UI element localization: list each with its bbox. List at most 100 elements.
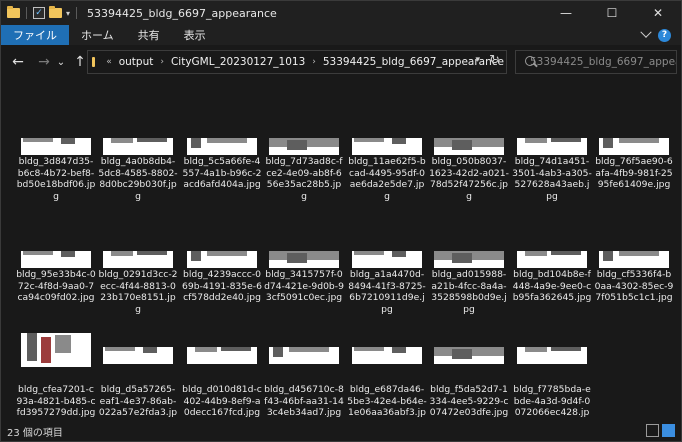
thumbnail-shape bbox=[287, 140, 307, 150]
file-thumbnail[interactable] bbox=[269, 251, 339, 268]
thumbnail-shape bbox=[273, 347, 283, 357]
refresh-icon[interactable]: ↻ bbox=[489, 53, 500, 68]
file-thumbnail[interactable] bbox=[434, 347, 504, 364]
file-thumbnail[interactable] bbox=[517, 251, 587, 268]
file-thumbnail[interactable] bbox=[352, 138, 422, 155]
tab-home[interactable]: ホーム bbox=[69, 25, 126, 45]
close-button[interactable]: ✕ bbox=[635, 1, 681, 25]
file-name[interactable]: bldg_0291d3cc-2ecc-4f44-8813-023b170e815… bbox=[98, 269, 178, 315]
thumbnail-shape bbox=[619, 251, 659, 256]
thumbnail-shape bbox=[191, 251, 201, 261]
file-name[interactable]: bldg_95e33b4c-072c-4f8d-9aa0-7ca94c09fd0… bbox=[16, 269, 96, 304]
thumbnail-shape bbox=[452, 140, 472, 150]
tab-view[interactable]: 表示 bbox=[172, 25, 218, 45]
file-name[interactable]: bldg_050b8037-1623-42d2-a021-78d52f47256… bbox=[429, 156, 509, 202]
file-thumbnail[interactable] bbox=[21, 138, 91, 155]
file-thumbnail[interactable] bbox=[517, 347, 587, 364]
file-name[interactable]: bldg_74d1a451-3501-4ab3-a305-527628a43ae… bbox=[512, 156, 592, 202]
file-thumbnail[interactable] bbox=[352, 251, 422, 268]
properties-check-icon[interactable]: ✓ bbox=[33, 7, 45, 19]
thumbnail-shape bbox=[195, 347, 217, 352]
file-name[interactable]: bldg_76f5ae90-6afa-4fb9-981f-2595fe61409… bbox=[594, 156, 674, 191]
back-button[interactable]: ← bbox=[7, 51, 29, 73]
window-controls: — ☐ ✕ bbox=[543, 1, 681, 25]
file-thumbnail[interactable] bbox=[103, 347, 173, 364]
item-count: 23 個の項目 bbox=[7, 427, 63, 439]
maximize-button[interactable]: ☐ bbox=[589, 1, 635, 25]
file-thumbnail[interactable] bbox=[21, 251, 91, 268]
file-thumbnail[interactable] bbox=[352, 347, 422, 364]
breadcrumb-citygml[interactable]: CityGML_20230127_1013 bbox=[169, 56, 307, 68]
file-thumbnail[interactable] bbox=[187, 138, 257, 155]
file-grid: bldg_3d847d35-b6c8-4b72-bef8-bd50e18bdf0… bbox=[1, 79, 681, 430]
file-thumbnail[interactable] bbox=[434, 138, 504, 155]
minimize-button[interactable]: — bbox=[543, 1, 589, 25]
breadcrumb-separator-icon[interactable]: › bbox=[155, 57, 169, 67]
breadcrumb-overflow[interactable]: « bbox=[101, 57, 117, 67]
tab-file[interactable]: ファイル bbox=[1, 25, 69, 45]
folder-icon bbox=[7, 6, 20, 18]
file-thumbnail[interactable] bbox=[434, 251, 504, 268]
address-bar[interactable]: « output › CityGML_20230127_1013 › 53394… bbox=[87, 50, 507, 74]
search-box[interactable]: 53394425_bldg_6697_appear... bbox=[515, 50, 677, 74]
file-name[interactable]: bldg_d456710c-8f43-46bf-aa31-143c4eb34ad… bbox=[264, 384, 344, 419]
breadcrumb-separator-icon[interactable]: › bbox=[307, 57, 321, 67]
thumbnail-shape bbox=[27, 333, 37, 361]
file-name[interactable]: bldg_4239accc-069b-4191-835e-6cf578dd2e4… bbox=[182, 269, 262, 304]
thumbnail-shape bbox=[392, 347, 406, 353]
thumbnail-shape bbox=[221, 347, 251, 351]
thumbnail-shape bbox=[619, 138, 659, 143]
forward-button[interactable]: → bbox=[33, 51, 55, 73]
thumbnail-shape bbox=[207, 138, 247, 143]
file-name[interactable]: bldg_3d847d35-b6c8-4b72-bef8-bd50e18bdf0… bbox=[16, 156, 96, 202]
explorer-window: ✓ ▾ 53394425_bldg_6697_appearance — ☐ ✕ … bbox=[0, 0, 682, 442]
thumbnail-shape bbox=[55, 335, 71, 353]
breadcrumb-output[interactable]: output bbox=[117, 56, 156, 68]
file-name[interactable]: bldg_11ae62f5-bcad-4495-95df-0ae6da2e5de… bbox=[347, 156, 427, 202]
help-icon[interactable]: ? bbox=[658, 28, 671, 42]
file-thumbnail[interactable] bbox=[187, 347, 257, 364]
large-icons-view-icon[interactable] bbox=[662, 424, 675, 437]
ribbon-tabs: ファイル ホーム 共有 表示 ? bbox=[1, 25, 681, 45]
file-thumbnail[interactable] bbox=[187, 251, 257, 268]
file-name[interactable]: bldg_bd104b8e-f448-4a9e-9ee0-cb95fa36264… bbox=[512, 269, 592, 304]
file-name[interactable]: bldg_5c5a66fe-4557-4a1b-b96c-2acd6afd404… bbox=[182, 156, 262, 191]
file-name[interactable]: bldg_d010d81d-c402-44b9-8ef9-a0decc167fc… bbox=[182, 384, 262, 419]
expand-ribbon-chevron-icon[interactable] bbox=[640, 26, 652, 38]
thumbnail-shape bbox=[137, 138, 167, 142]
thumbnail-shape bbox=[191, 138, 201, 148]
details-view-icon[interactable] bbox=[646, 424, 659, 437]
file-thumbnail[interactable] bbox=[21, 333, 91, 367]
new-folder-icon[interactable] bbox=[49, 6, 62, 18]
search-input[interactable]: 53394425_bldg_6697_appear... bbox=[530, 56, 676, 68]
file-name[interactable]: bldg_4a0b8db4-5dc8-4585-8802-8d0bc29b030… bbox=[98, 156, 178, 202]
thumbnail-shape bbox=[61, 251, 75, 257]
file-name[interactable]: bldg_7d73ad8c-fce2-4e09-ab8f-656e35ac28b… bbox=[264, 156, 344, 202]
tab-share[interactable]: 共有 bbox=[126, 25, 172, 45]
file-thumbnail[interactable] bbox=[103, 251, 173, 268]
file-thumbnail[interactable] bbox=[103, 138, 173, 155]
recent-locations-chevron-icon[interactable]: ⌄ bbox=[55, 51, 67, 73]
file-name[interactable]: bldg_cfea7201-c93a-4821-b485-cfd3957279d… bbox=[16, 384, 96, 419]
file-thumbnail[interactable] bbox=[599, 251, 669, 268]
thumbnail-shape bbox=[23, 251, 53, 255]
window-title: 53394425_bldg_6697_appearance bbox=[87, 6, 277, 20]
customize-toolbar-chevron-icon[interactable]: ▾ bbox=[66, 9, 70, 18]
file-thumbnail[interactable] bbox=[599, 138, 669, 155]
file-name[interactable]: bldg_ad015988-a21b-4fcc-8a4a-3528598b0d9… bbox=[429, 269, 509, 315]
file-thumbnail[interactable] bbox=[269, 138, 339, 155]
file-thumbnail[interactable] bbox=[269, 347, 339, 364]
file-name[interactable]: bldg_f5da52d7-1334-4ee5-9229-c07472e03df… bbox=[429, 384, 509, 419]
thumbnail-shape bbox=[525, 347, 547, 352]
address-dropdown-chevron-icon[interactable]: ▾ bbox=[475, 55, 480, 65]
file-name[interactable]: bldg_a1a4470d-8494-41f3-8725-6b7210911d9… bbox=[347, 269, 427, 315]
thumbnail-shape bbox=[289, 347, 329, 352]
thumbnail-shape bbox=[111, 251, 133, 256]
thumbnail-shape bbox=[525, 138, 547, 143]
thumbnail-shape bbox=[551, 251, 581, 255]
file-name[interactable]: bldg_cf5336f4-b0aa-4302-85ec-97f051b5c1c… bbox=[594, 269, 674, 304]
thumbnail-shape bbox=[603, 138, 613, 148]
thumbnail-shape bbox=[452, 349, 472, 359]
file-name[interactable]: bldg_3415757f-0d74-421e-9d0b-93cf5091c0e… bbox=[264, 269, 344, 304]
file-thumbnail[interactable] bbox=[517, 138, 587, 155]
